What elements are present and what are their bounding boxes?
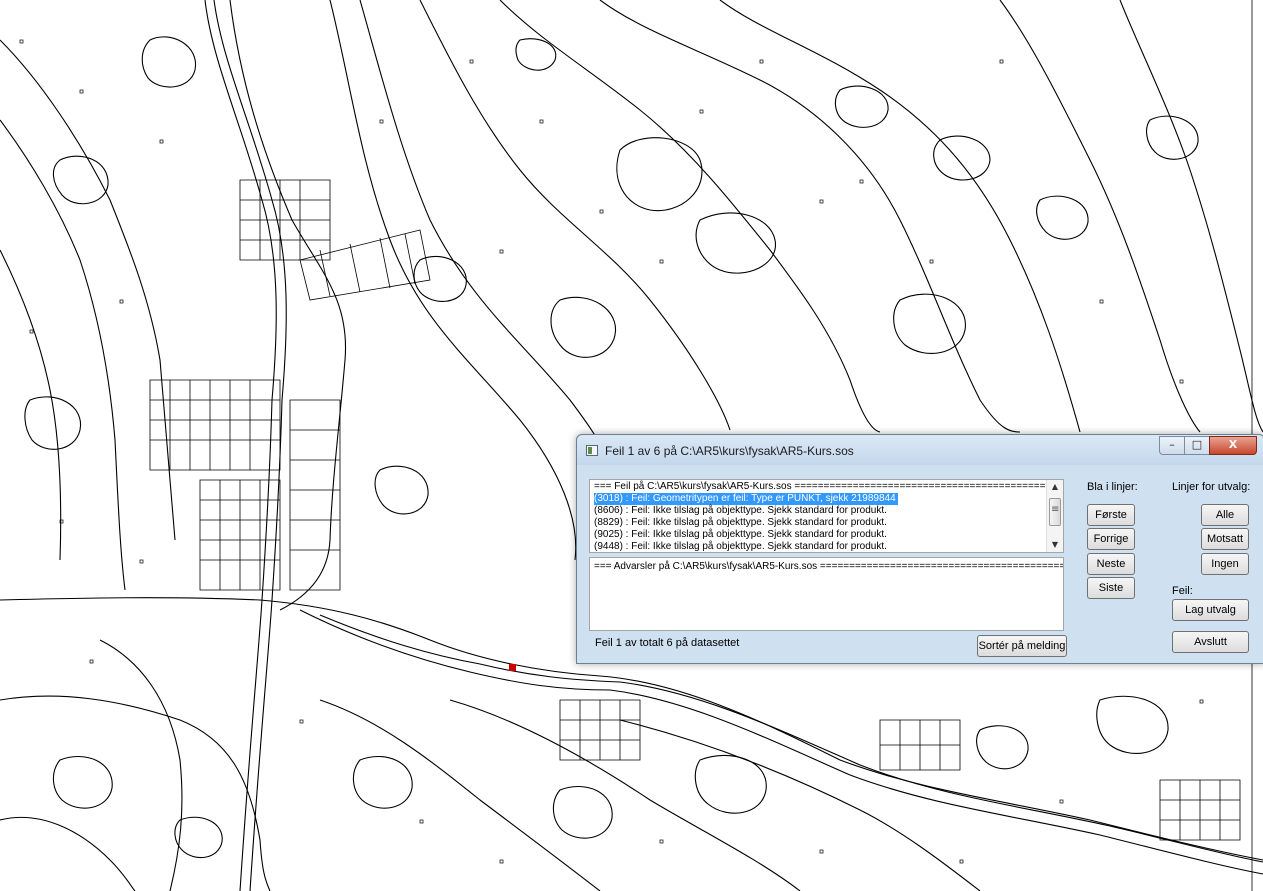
close-button[interactable]: X	[1209, 436, 1257, 455]
scroll-up-arrow-icon[interactable]: ▲	[1047, 480, 1063, 494]
warning-list-header[interactable]: === Advarsler på C:\AR5\kurs\fysak\AR5-K…	[594, 561, 1063, 573]
last-button[interactable]: Siste	[1087, 577, 1135, 599]
next-button[interactable]: Neste	[1087, 553, 1135, 575]
error-list-scrollbar[interactable]: ▲ ▼	[1046, 480, 1063, 552]
error-section-label: Feil:	[1172, 585, 1193, 597]
status-text: Feil 1 av totalt 6 på datasettet	[595, 637, 740, 649]
window-icon	[586, 445, 598, 456]
error-list-item[interactable]: (9448) : Feil: Ikke tilslag på objekttyp…	[594, 541, 887, 552]
maximize-button[interactable]: □	[1184, 436, 1210, 455]
error-location-marker	[509, 664, 516, 671]
error-dialog: Feil 1 av 6 på C:\AR5\kurs\fysak\AR5-Kur…	[576, 434, 1263, 664]
first-button[interactable]: Første	[1087, 504, 1135, 526]
selection-label: Linjer for utvalg:	[1172, 481, 1251, 493]
sort-by-message-button[interactable]: Sortér på melding	[977, 635, 1067, 657]
make-selection-button[interactable]: Lag utvalg	[1172, 599, 1249, 621]
error-list-item[interactable]: (8606) : Feil: Ikke tilslag på objekttyp…	[594, 505, 887, 517]
map-road	[204, 0, 277, 891]
scroll-down-arrow-icon[interactable]: ▼	[1047, 538, 1063, 552]
invert-button[interactable]: Motsatt	[1201, 528, 1249, 550]
dialog-titlebar[interactable]: Feil 1 av 6 på C:\AR5\kurs\fysak\AR5-Kur…	[577, 435, 1263, 465]
error-list-item-selected[interactable]: (3018) : Feil: Geometritypen er feil: Ty…	[594, 493, 898, 505]
warning-list[interactable]: === Advarsler på C:\AR5\kurs\fysak\AR5-K…	[589, 557, 1064, 631]
exit-button[interactable]: Avslutt	[1172, 631, 1249, 653]
error-list-item[interactable]: (9025) : Feil: Ikke tilslag på objekttyp…	[594, 529, 887, 541]
none-button[interactable]: Ingen	[1201, 553, 1249, 575]
error-list-item[interactable]: (8829) : Feil: Ikke tilslag på objekttyp…	[594, 517, 887, 529]
dialog-title: Feil 1 av 6 på C:\AR5\kurs\fysak\AR5-Kur…	[605, 444, 854, 458]
scroll-thumb[interactable]	[1049, 498, 1061, 526]
error-list[interactable]: === Feil på C:\AR5\kurs\fysak\AR5-Kurs.s…	[589, 479, 1064, 553]
error-list-header[interactable]: === Feil på C:\AR5\kurs\fysak\AR5-Kurs.s…	[594, 481, 1051, 493]
map-road	[229, 0, 347, 611]
previous-button[interactable]: Forrige	[1087, 528, 1135, 550]
browse-label: Bla i linjer:	[1087, 481, 1138, 493]
all-button[interactable]: Alle	[1201, 504, 1249, 526]
minimize-button[interactable]: –	[1159, 436, 1185, 455]
